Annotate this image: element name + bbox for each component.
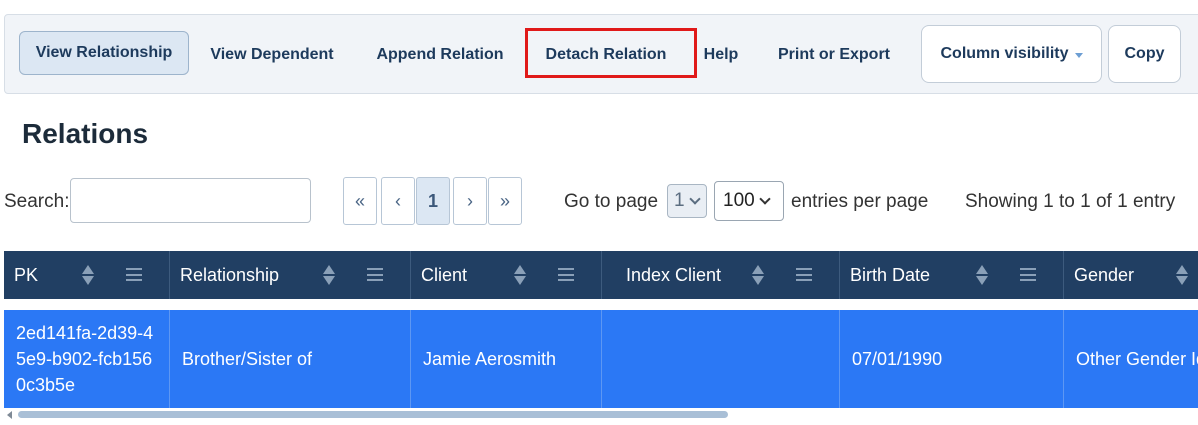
column-header-label: Client — [421, 264, 468, 285]
cell-birth-date: 07/01/1990 — [840, 310, 1064, 408]
next-page-button[interactable]: › — [453, 177, 487, 225]
sort-icon[interactable] — [514, 264, 526, 286]
column-header-pk[interactable]: PK — [4, 251, 170, 299]
column-header-gender[interactable]: Gender — [1064, 251, 1198, 299]
button-toolbar: View Relationship View Dependent Append … — [4, 14, 1198, 94]
help-button[interactable]: Help — [695, 15, 747, 95]
column-header-label: Birth Date — [850, 264, 931, 285]
column-visibility-button[interactable]: Column visibility — [921, 25, 1102, 83]
per-page-value: 100 — [723, 190, 755, 211]
table-info: Showing 1 to 1 of 1 entry — [965, 191, 1176, 212]
column-menu-icon[interactable] — [1020, 268, 1036, 281]
sort-icon[interactable] — [82, 264, 94, 286]
sort-icon[interactable] — [323, 264, 335, 286]
chevron-down-icon — [759, 193, 771, 205]
search-input[interactable] — [70, 178, 311, 223]
column-header-client[interactable]: Client — [411, 251, 602, 299]
caret-down-icon — [1074, 52, 1083, 58]
goto-page-select[interactable]: 1 — [667, 184, 707, 218]
first-page-button[interactable]: « — [343, 177, 377, 225]
table-header: PK Relationship Client Index Client Birt… — [4, 251, 1198, 299]
goto-page-value: 1 — [674, 190, 685, 211]
column-header-label: Index Client — [626, 264, 722, 285]
sort-icon[interactable] — [1176, 264, 1188, 286]
current-page-button[interactable]: 1 — [416, 177, 450, 225]
per-page-select[interactable]: 100 — [714, 181, 784, 221]
cell-gender: Other Gender Identity — [1076, 349, 1198, 369]
copy-button[interactable]: Copy — [1108, 25, 1181, 83]
sort-icon[interactable] — [752, 264, 764, 286]
goto-page-label: Go to page — [564, 191, 659, 212]
append-relation-button[interactable]: Append Relation — [360, 15, 520, 95]
search-label: Search: — [4, 191, 70, 212]
page-title: Relations — [22, 118, 149, 149]
view-dependent-button[interactable]: View Dependent — [197, 15, 347, 95]
chevron-down-icon — [688, 193, 701, 205]
horizontal-scrollbar[interactable] — [4, 408, 1198, 420]
column-menu-icon[interactable] — [558, 268, 574, 281]
column-header-label: PK — [14, 264, 39, 285]
column-header-label: Gender — [1074, 264, 1135, 285]
column-menu-icon[interactable] — [126, 268, 142, 281]
cell-client: Jamie Aerosmith — [411, 310, 602, 408]
view-relationship-button[interactable]: View Relationship — [19, 31, 189, 75]
detach-relation-button[interactable]: Detach Relation — [531, 15, 681, 95]
column-visibility-label: Column visibility — [940, 45, 1069, 62]
column-header-relationship[interactable]: Relationship — [170, 251, 411, 299]
sort-icon[interactable] — [976, 264, 988, 286]
column-menu-icon[interactable] — [367, 268, 383, 281]
column-header-index-client[interactable]: Index Client — [602, 251, 840, 299]
prev-page-button[interactable]: ‹ — [381, 177, 415, 225]
per-page-label: entries per page — [791, 191, 929, 212]
scrollbar-thumb[interactable] — [18, 411, 728, 418]
table-row[interactable]: 2ed141fa-2d39-45e9-b902-fcb1560c3b5e Bro… — [4, 310, 1198, 408]
column-header-label: Relationship — [180, 264, 280, 285]
cell-index-client — [602, 310, 840, 408]
scroll-left-arrow-icon[interactable] — [7, 411, 12, 419]
column-header-birth-date[interactable]: Birth Date — [840, 251, 1064, 299]
print-export-button[interactable]: Print or Export — [760, 15, 908, 95]
cell-pk: 2ed141fa-2d39-45e9-b902-fcb1560c3b5e — [4, 310, 170, 408]
column-menu-icon[interactable] — [796, 268, 812, 281]
last-page-button[interactable]: » — [488, 177, 522, 225]
cell-relationship: Brother/Sister of — [170, 310, 411, 408]
